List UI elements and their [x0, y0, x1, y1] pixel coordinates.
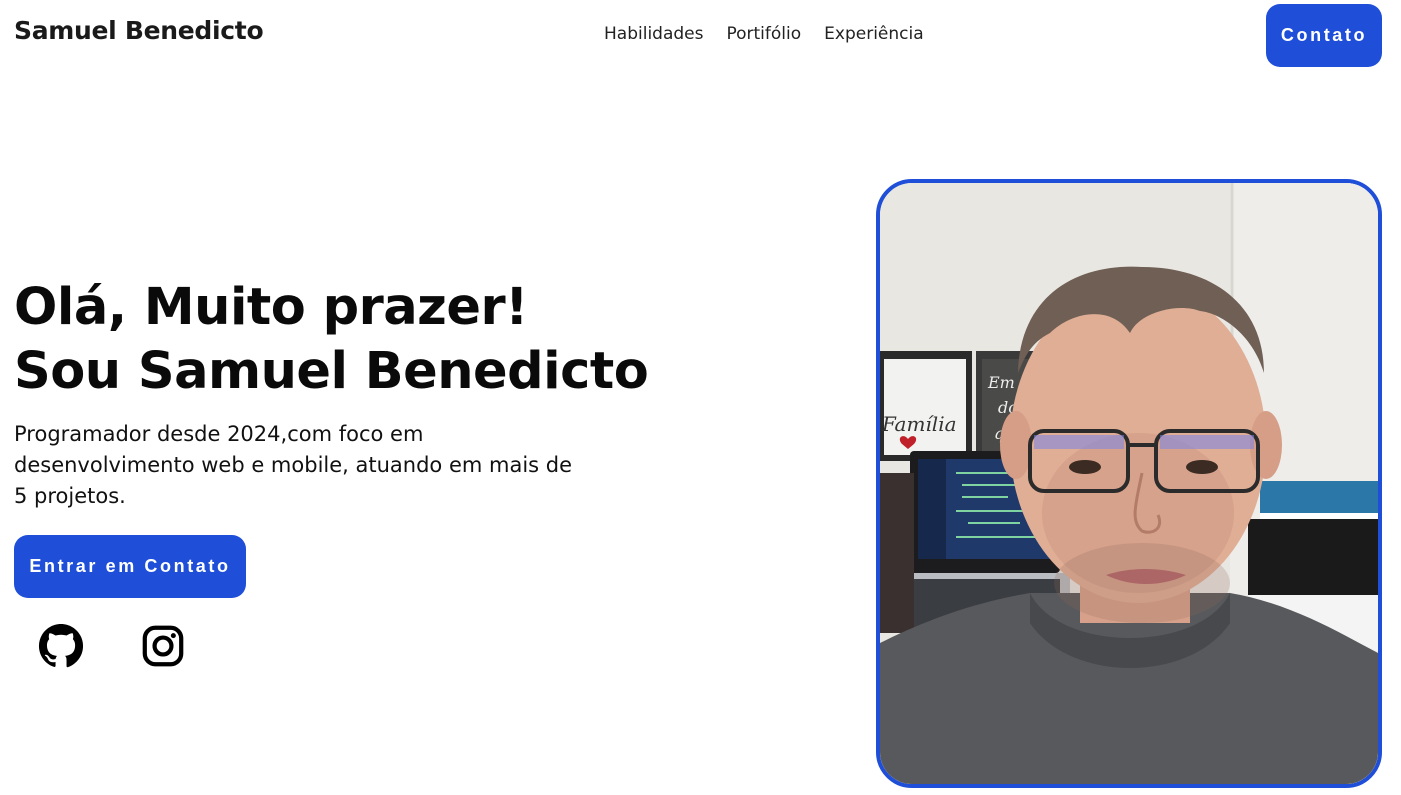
nav-link-portifolio[interactable]: Portifólio	[726, 24, 801, 44]
get-in-touch-button[interactable]: Entrar em Contato	[14, 535, 246, 598]
main-nav: Habilidades Portifólio Experiência	[604, 24, 924, 44]
nav-link-habilidades[interactable]: Habilidades	[604, 24, 703, 44]
github-icon[interactable]	[38, 623, 84, 669]
instagram-icon[interactable]	[140, 623, 186, 669]
profile-photo-illustration: Família Em do que	[880, 183, 1378, 784]
hero-title-line-2: Sou Samuel Benedicto	[14, 342, 649, 401]
hero-description: Programador desde 2024,com foco em desen…	[14, 422, 573, 508]
page: Samuel Benedicto Habilidades Portifólio …	[0, 0, 1401, 795]
hero-title: Olá, Muito prazer! Sou Samuel Benedicto	[14, 276, 649, 404]
poster-text: Família	[881, 412, 957, 436]
profile-photo: Família Em do que	[876, 179, 1382, 788]
hero-title-line-1: Olá, Muito prazer!	[14, 278, 528, 337]
brand-logo[interactable]: Samuel Benedicto	[14, 16, 264, 45]
contact-button[interactable]: Contato	[1266, 4, 1382, 67]
nav-link-experiencia[interactable]: Experiência	[824, 24, 924, 44]
svg-text:Em: Em	[987, 373, 1015, 392]
